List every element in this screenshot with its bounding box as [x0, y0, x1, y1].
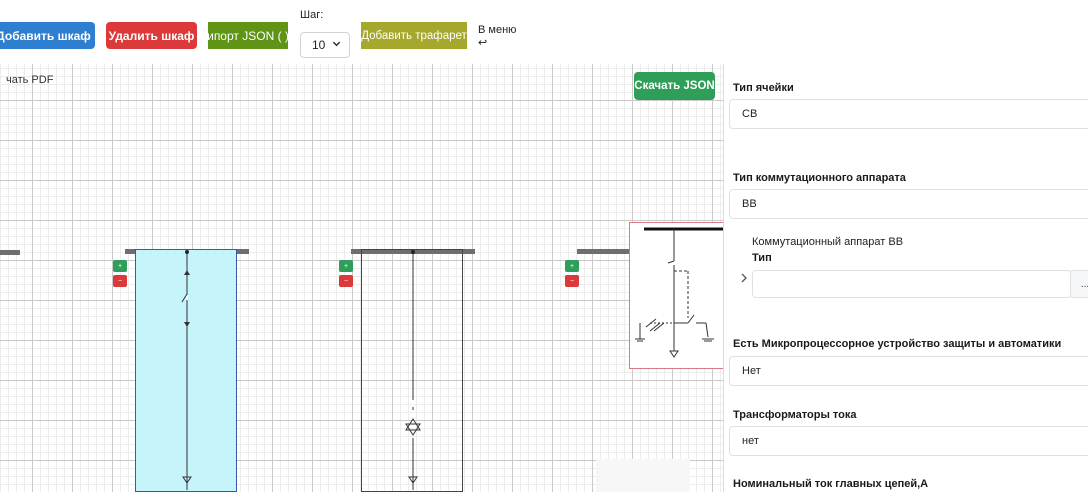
- remove-element-button[interactable]: −: [113, 275, 127, 287]
- add-element-button[interactable]: +: [339, 260, 353, 272]
- switch-section-title: Коммутационный аппарат ВВ: [752, 236, 904, 248]
- schematic-canvas[interactable]: чать PDF Скачать JSON + − + − + −: [0, 64, 723, 492]
- ct-field[interactable]: нет: [729, 426, 1088, 456]
- placeholder-block: [596, 459, 690, 492]
- switch-type-field[interactable]: ВВ: [729, 189, 1088, 219]
- switch-section-more-button[interactable]: ...: [1070, 270, 1088, 298]
- cabinet-selected[interactable]: [135, 249, 237, 492]
- cell-type-label: Тип ячейки: [733, 82, 794, 94]
- return-icon: ↩: [478, 37, 488, 49]
- busbar: [577, 249, 632, 254]
- menu-link-label: В меню: [478, 24, 517, 36]
- menu-link[interactable]: В меню ↩: [478, 24, 516, 50]
- busbar: [0, 250, 20, 255]
- chevron-down-icon: [332, 39, 341, 50]
- mpu-label: Есть Микропроцессорное устройство защиты…: [733, 338, 1062, 350]
- remove-element-button[interactable]: −: [339, 275, 353, 287]
- import-json-button[interactable]: ипорт JSON ( ): [207, 22, 289, 49]
- cabinet[interactable]: [361, 249, 463, 492]
- rated-current-label: Номинальный ток главных цепей,А: [733, 478, 929, 490]
- transformer-diagram-icon: [405, 250, 421, 490]
- stencil-schematic-icon: [635, 227, 724, 358]
- delete-cabinet-button[interactable]: Удалить шкаф: [106, 22, 197, 49]
- remove-element-button[interactable]: −: [565, 275, 579, 287]
- toolbar: Добавить шкаф Удалить шкаф ипорт JSON ( …: [0, 0, 1088, 64]
- download-pdf-link[interactable]: чать PDF: [6, 74, 53, 86]
- switch-diagram-icon: [181, 250, 192, 490]
- switch-section-type-input[interactable]: [752, 270, 1072, 298]
- properties-panel: Тип ячейки СВ Тип коммутационного аппара…: [723, 64, 1088, 492]
- ct-label: Трансформаторы тока: [733, 409, 857, 421]
- chevron-right-icon[interactable]: [740, 272, 748, 286]
- step-value: 10: [312, 38, 326, 52]
- add-element-button[interactable]: +: [565, 260, 579, 272]
- add-cabinet-button[interactable]: Добавить шкаф: [0, 22, 95, 49]
- download-json-button[interactable]: Скачать JSON: [634, 72, 715, 100]
- mpu-field[interactable]: Нет: [729, 356, 1088, 386]
- step-select[interactable]: 10: [300, 32, 350, 58]
- switch-section-type-label: Тип: [752, 252, 772, 264]
- step-label: Шаг:: [300, 9, 324, 21]
- cell-type-field[interactable]: СВ: [729, 99, 1088, 129]
- add-element-button[interactable]: +: [113, 260, 127, 272]
- switch-type-label: Тип коммутационного аппарата: [733, 172, 906, 184]
- add-stencil-button[interactable]: Добавить трафарет: [361, 22, 467, 49]
- stencil-preview[interactable]: [629, 222, 724, 369]
